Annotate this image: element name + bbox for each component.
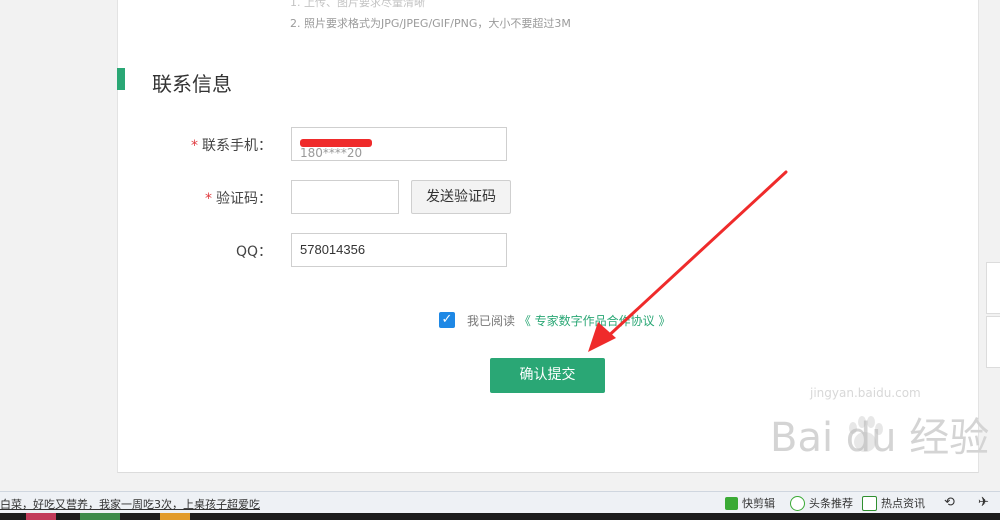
play-icon xyxy=(725,496,738,510)
agreement-text: 我已阅读 《 专家数字作品合作协议 》 xyxy=(467,312,670,329)
taskbar-thumb[interactable] xyxy=(160,513,190,520)
paw-icon xyxy=(849,416,883,452)
phone-label: * 联系手机： xyxy=(191,138,272,154)
agreement-prefix: 我已阅读 xyxy=(467,314,516,328)
statusbar-item-toutiao[interactable]: 头条推荐 xyxy=(790,495,853,511)
side-tab-lower[interactable] xyxy=(986,316,1000,368)
browser-statusbar: 白菜，好吃又营养，我家一周吃3次，上桌孩子超爱吃 快剪辑 头条推荐 热点资讯 ⟲… xyxy=(0,491,1000,514)
code-label: * 验证码： xyxy=(205,191,272,207)
statusbar-item-redian[interactable]: 热点资讯 xyxy=(862,495,925,511)
code-input[interactable] xyxy=(291,180,399,214)
taskbar-thumb[interactable] xyxy=(80,513,120,520)
section-title: 联系信息 xyxy=(152,72,232,96)
pin-icon[interactable]: ✈ xyxy=(978,495,989,510)
send-code-button[interactable]: 发送验证码 xyxy=(411,180,511,214)
upload-note-2: 2. 照片要求格式为JPG/JPEG/GIF/PNG，大小不要超过3M xyxy=(290,17,571,30)
upload-note-1: 1. 上传、图片要求尽量清晰 xyxy=(290,0,425,9)
taskbar xyxy=(0,513,1000,520)
form-panel xyxy=(117,0,979,473)
agreement-link[interactable]: 《 专家数字作品合作协议 》 xyxy=(519,314,671,328)
submit-button[interactable]: 确认提交 xyxy=(490,358,605,393)
redaction-mark xyxy=(300,139,372,147)
phone-value: 180****20 xyxy=(300,146,363,160)
statusbar-item-kuaijianji[interactable]: 快剪辑 xyxy=(725,495,775,511)
qq-input[interactable]: 578014356 xyxy=(291,233,507,267)
play-circle-icon xyxy=(790,495,805,511)
taskbar-thumb[interactable] xyxy=(26,513,56,520)
side-tab-upper[interactable] xyxy=(986,262,1000,314)
refresh-icon[interactable]: ⟲ xyxy=(944,495,955,510)
watermark-url: jingyan.baidu.com xyxy=(810,386,921,400)
section-accent-bar xyxy=(117,68,125,90)
qq-label: QQ： xyxy=(235,244,272,260)
agreement-checkbox[interactable]: ✓ xyxy=(439,312,455,328)
news-ticker-link[interactable]: 白菜，好吃又营养，我家一周吃3次，上桌孩子超爱吃 xyxy=(0,496,260,512)
required-mark: * xyxy=(205,191,212,207)
news-icon xyxy=(862,495,877,511)
required-mark: * xyxy=(191,138,198,154)
